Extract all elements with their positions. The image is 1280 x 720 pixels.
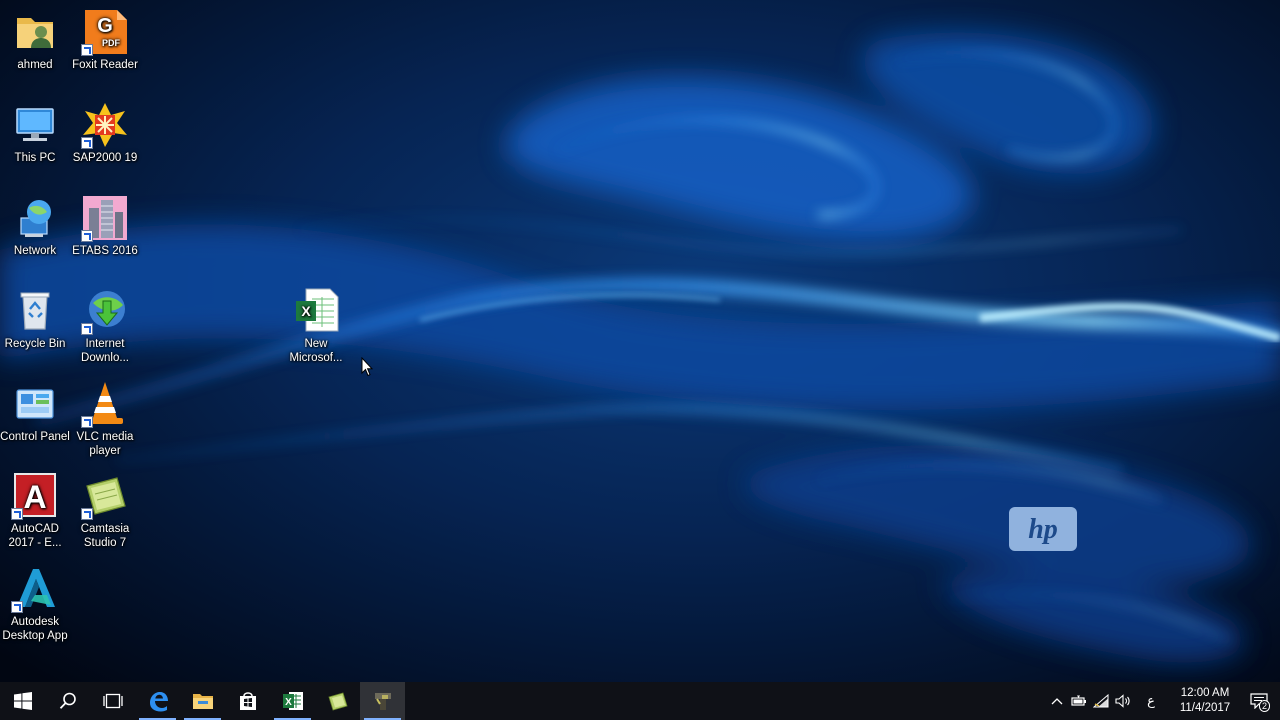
- desktop-icon-label: This PC: [14, 152, 56, 164]
- shortcut-arrow-icon: [81, 137, 93, 149]
- system-tray: ع 12:00 AM 11/4/2017 2: [1046, 682, 1280, 720]
- desktop-icon-label: Internet Downlo...: [81, 338, 129, 364]
- control-panel-icon: [16, 389, 54, 419]
- show-hidden-icons-button[interactable]: [1046, 682, 1068, 720]
- taskbar-store[interactable]: [225, 682, 270, 720]
- desktop-icon-label: Recycle Bin: [4, 338, 66, 350]
- start-button[interactable]: [0, 682, 45, 720]
- notification-count-badge: 2: [1258, 700, 1270, 712]
- desktop-icon-camtasia[interactable]: Camtasia Studio 7: [70, 472, 140, 550]
- clock-time: 12:00 AM: [1180, 687, 1230, 699]
- network-icon: [20, 200, 51, 237]
- taskbar: X ع 12:00 AM 11/4/2017 2: [0, 682, 1280, 720]
- store-icon: [239, 692, 256, 710]
- desktop-icon-recycle-bin[interactable]: Recycle Bin: [0, 287, 70, 351]
- desktop-icon-foxit-reader[interactable]: G PDF Foxit Reader: [70, 8, 140, 72]
- desktop-icon-autocad[interactable]: A AutoCAD 2017 - E...: [0, 472, 70, 550]
- search-button[interactable]: [45, 682, 90, 720]
- clock[interactable]: 12:00 AM 11/4/2017: [1172, 686, 1238, 716]
- desktop-icon-label: SAP2000 19: [72, 152, 138, 164]
- desktop-icon-label: AutoCAD 2017 - E...: [8, 523, 62, 549]
- file-explorer-icon: [192, 694, 213, 709]
- desktop-wallpaper: [0, 0, 1280, 720]
- taskbar-edge[interactable]: [135, 682, 180, 720]
- shortcut-arrow-icon: [81, 323, 93, 335]
- clock-date: 11/4/2017: [1179, 702, 1231, 714]
- shortcut-arrow-icon: [81, 230, 93, 242]
- desktop-icon-vlc[interactable]: VLC media player: [70, 380, 140, 458]
- desktop-icon-internet-download-manager[interactable]: Internet Downlo...: [70, 287, 140, 365]
- desktop-icon-label: Foxit Reader: [72, 59, 138, 71]
- desktop-icon-label: Control Panel: [0, 431, 70, 443]
- this-pc-icon: [16, 108, 54, 141]
- svg-text:PDF: PDF: [102, 38, 121, 48]
- desktop-icon-sap2000[interactable]: SAP2000 19: [70, 101, 140, 165]
- task-view-button[interactable]: [90, 682, 135, 720]
- taskbar-excel[interactable]: X: [270, 682, 315, 720]
- taskbar-camtasia-recorder[interactable]: [360, 682, 405, 720]
- recycle-bin-icon: [20, 292, 50, 330]
- taskbar-camtasia[interactable]: [315, 682, 360, 720]
- wifi-icon: [1093, 694, 1109, 708]
- user-folder-icon: [17, 18, 53, 48]
- desktop-icon-label: New Microsof...: [289, 338, 343, 364]
- desktop-icon-label: Autodesk Desktop App: [2, 616, 68, 642]
- chevron-up-icon: [1051, 698, 1063, 705]
- edge-icon: [149, 692, 168, 712]
- svg-text:X: X: [285, 697, 292, 708]
- desktop-icon-label: Network: [13, 245, 57, 257]
- shortcut-arrow-icon: [81, 44, 93, 56]
- desktop-icon-label: Camtasia Studio 7: [80, 523, 130, 549]
- desktop-icon-network[interactable]: Network: [0, 194, 70, 258]
- search-icon: [59, 692, 76, 709]
- camtasia-recorder-icon: [374, 693, 391, 710]
- desktop-icon-autodesk-desktop-app[interactable]: Autodesk Desktop App: [0, 565, 70, 643]
- battery-icon: [1071, 695, 1086, 706]
- shortcut-arrow-icon: [11, 601, 23, 613]
- desktop-icon-etabs[interactable]: ETABS 2016: [70, 194, 140, 258]
- camtasia-icon: [327, 692, 348, 711]
- desktop-icon-ahmed[interactable]: ahmed: [0, 8, 70, 72]
- battery-button[interactable]: [1068, 682, 1090, 720]
- desktop-icon-label: ETABS 2016: [72, 245, 138, 257]
- action-center-button[interactable]: 2: [1238, 682, 1280, 720]
- windows-start-icon: [13, 692, 32, 710]
- task-view-icon: [102, 693, 123, 709]
- shortcut-arrow-icon: [81, 416, 93, 428]
- shortcut-arrow-icon: [11, 508, 23, 520]
- shortcut-arrow-icon: [81, 508, 93, 520]
- network-tray-button[interactable]: [1090, 682, 1112, 720]
- taskbar-file-explorer[interactable]: [180, 682, 225, 720]
- desktop-icon-this-pc[interactable]: This PC: [0, 101, 70, 165]
- desktop-icon-label: VLC media player: [76, 431, 134, 457]
- excel-icon: X: [282, 692, 303, 710]
- excel-file-icon: X: [296, 288, 339, 332]
- input-language-indicator[interactable]: ع: [1140, 693, 1162, 709]
- volume-icon: [1115, 694, 1130, 708]
- hp-logo: hp: [1009, 507, 1077, 551]
- volume-button[interactable]: [1112, 682, 1134, 720]
- svg-text:X: X: [301, 303, 311, 319]
- desktop-icon-label: ahmed: [17, 59, 53, 71]
- svg-text:G: G: [97, 15, 113, 37]
- mouse-cursor-icon: [361, 357, 373, 377]
- desktop-icon-control-panel[interactable]: Control Panel: [0, 380, 70, 444]
- svg-text:A: A: [23, 479, 46, 515]
- desktop-screen: hp ahmed This PC Network Recycle Bin Con…: [0, 0, 1280, 720]
- desktop-icon-new-excel-file[interactable]: X New Microsof...: [281, 287, 351, 365]
- svg-text:hp: hp: [1028, 514, 1058, 545]
